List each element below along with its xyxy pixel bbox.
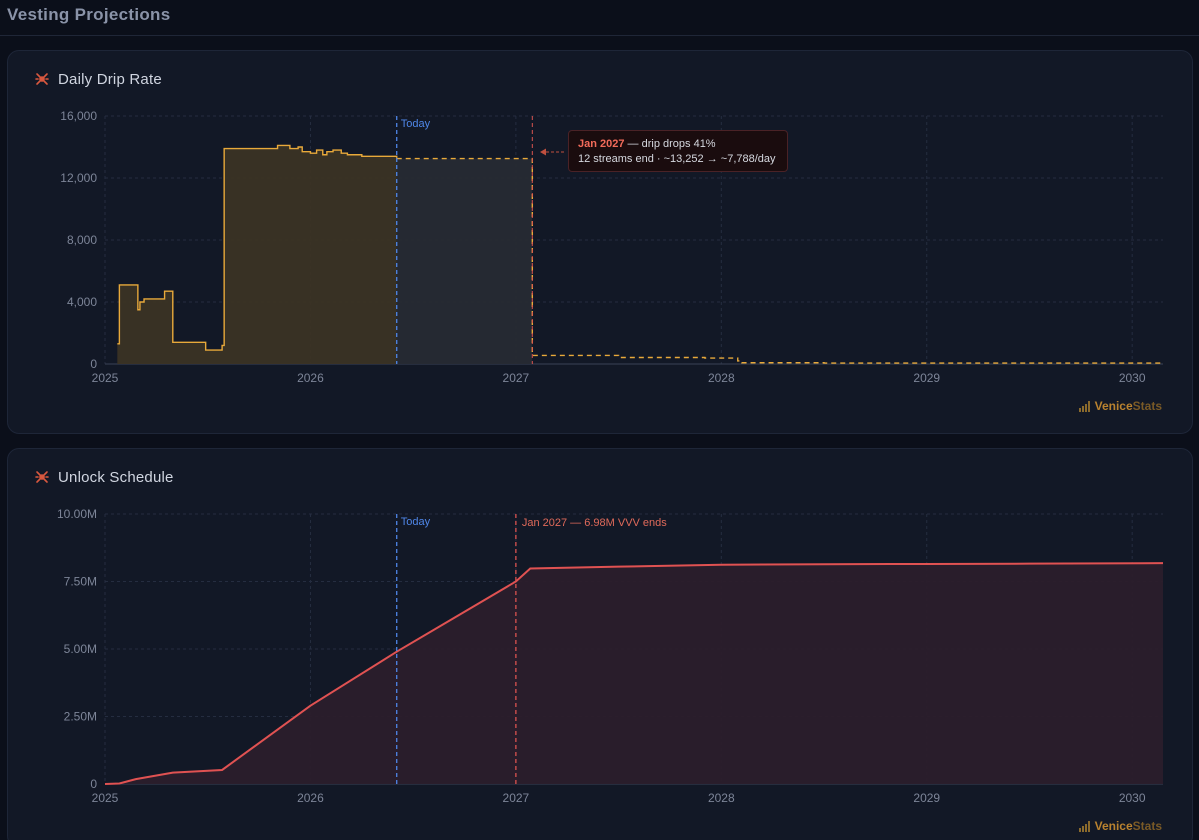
brand-watermark: VeniceStats — [1078, 399, 1162, 413]
x-tick-label: 2027 — [503, 371, 530, 385]
page-title: Vesting Projections — [7, 5, 171, 24]
y-tick-label: 0 — [90, 777, 97, 791]
y-tick-label: 12,000 — [60, 171, 97, 185]
bar-chart-icon — [1078, 400, 1090, 412]
today-marker-label: Today — [401, 118, 431, 130]
drip-rate-card: Daily Drip Rate 0 4,000 8,000 12,000 16,000 2… — [7, 50, 1193, 434]
x-tick-label: 2029 — [913, 791, 940, 805]
annotation-line2: 12 streams end · ~13,252 → ~7,788/day — [578, 153, 776, 165]
x-tick-label: 2030 — [1119, 371, 1146, 385]
y-tick-label: 8,000 — [67, 233, 97, 247]
y-tick-label: 10.00M — [57, 507, 97, 521]
brand-part1: Venice — [1094, 399, 1133, 413]
drip-area-projected — [396, 158, 533, 364]
x-tick-label: 2027 — [503, 791, 530, 805]
x-tick-label: 2025 — [92, 791, 119, 805]
unlock-area — [105, 563, 1163, 784]
unlock-schedule-chart: 0 2.50M 5.00M 7.50M 10.00M 2025 2026 2027 2028 20… — [57, 507, 1164, 805]
page-header: Vesting Projections — [0, 0, 1199, 36]
y-tick-label: 4,000 — [67, 295, 97, 309]
y-tick-label: 16,000 — [60, 109, 97, 123]
x-tick-label: 2025 — [92, 371, 119, 385]
x-tick-label: 2028 — [708, 791, 735, 805]
brand-part2: Stats — [1132, 819, 1162, 833]
today-marker-label: Today — [401, 516, 431, 528]
y-tick-label: 7.50M — [64, 575, 97, 589]
x-tick-label: 2026 — [297, 791, 324, 805]
annotation-line1: — drip drops 41% — [627, 138, 716, 150]
cliff-marker-label: Jan 2027 — 6.98M VVV ends — [522, 517, 667, 529]
bar-chart-icon — [1078, 820, 1090, 832]
x-tick-label: 2028 — [708, 371, 735, 385]
x-tick-label: 2029 — [913, 371, 940, 385]
brand-watermark: VeniceStats — [1078, 819, 1162, 833]
annotation-arrow-head — [540, 148, 546, 156]
x-tick-label: 2026 — [297, 371, 324, 385]
unlock-schedule-card: Unlock Schedule 0 2.50M 5.00M 7.50M 10.00M 20… — [7, 448, 1193, 840]
drip-rate-chart: 0 4,000 8,000 12,000 16,000 2025 2026 2027 2028 2… — [60, 109, 1164, 385]
y-tick-label: 0 — [90, 357, 97, 371]
brand-part1: Venice — [1094, 819, 1133, 833]
annotation-date: Jan 2027 — [578, 138, 625, 150]
drip-drop-annotation: Jan 2027 — drip drops 41% 12 streams end… — [568, 130, 788, 172]
y-tick-label: 2.50M — [64, 710, 97, 724]
x-tick-label: 2030 — [1119, 791, 1146, 805]
y-tick-label: 5.00M — [64, 642, 97, 656]
brand-part2: Stats — [1132, 399, 1162, 413]
